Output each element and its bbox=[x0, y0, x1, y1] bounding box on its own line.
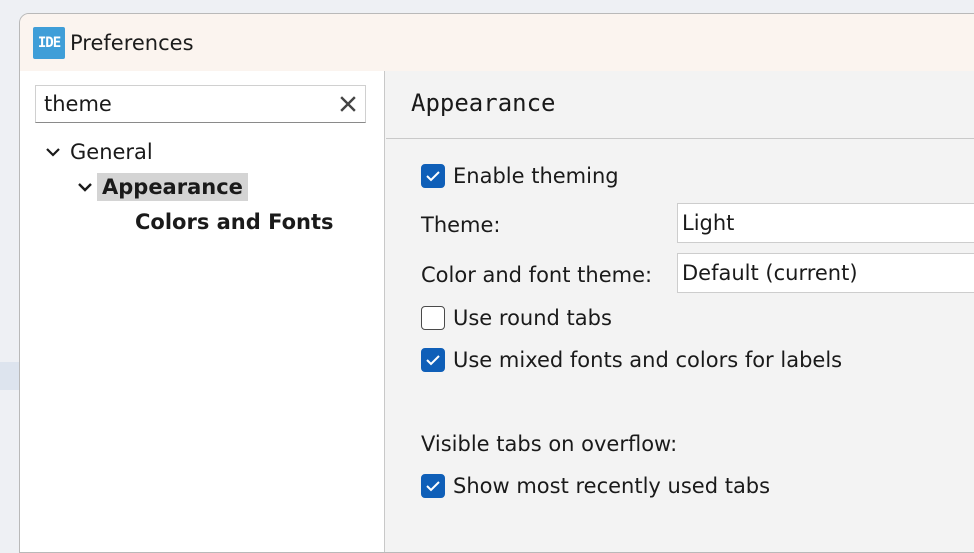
mixed-fonts-row[interactable]: Use mixed fonts and colors for labels bbox=[421, 348, 842, 372]
theme-label-row: Theme: bbox=[421, 213, 501, 237]
enable-theming-checkbox[interactable] bbox=[421, 164, 445, 188]
round-tabs-row[interactable]: Use round tabs bbox=[421, 306, 612, 330]
visible-tabs-row: Visible tabs on overflow: bbox=[421, 432, 677, 456]
filter-input[interactable] bbox=[36, 86, 326, 122]
round-tabs-checkbox[interactable] bbox=[421, 306, 445, 330]
color-font-theme-select[interactable]: Default (current) bbox=[677, 253, 974, 293]
visible-tabs-label: Visible tabs on overflow: bbox=[421, 432, 678, 456]
tree-item-colors-and-fonts[interactable]: Colors and Fonts bbox=[130, 205, 339, 239]
color-font-theme-label-row: Color and font theme: bbox=[421, 263, 652, 287]
theme-label: Theme: bbox=[421, 213, 501, 237]
recent-tabs-label: Show most recently used tabs bbox=[453, 474, 771, 498]
tree-item-appearance[interactable]: Appearance bbox=[73, 170, 248, 204]
clear-icon[interactable] bbox=[337, 93, 359, 115]
tree-item-label: Appearance bbox=[97, 173, 248, 201]
dialog-body: General Appearance Colors and Fonts Appe… bbox=[20, 71, 974, 552]
tree-item-general[interactable]: General bbox=[41, 135, 158, 169]
enable-theming-label: Enable theming bbox=[453, 164, 619, 188]
tree-item-label: Colors and Fonts bbox=[135, 210, 334, 234]
enable-theming-row[interactable]: Enable theming bbox=[421, 164, 619, 188]
chevron-down-icon[interactable] bbox=[73, 175, 97, 199]
app-icon: IDE bbox=[33, 26, 65, 59]
appearance-page: Appearance Enable theming Theme: Light C… bbox=[386, 71, 974, 552]
background-strip bbox=[0, 362, 20, 390]
mixed-fonts-label: Use mixed fonts and colors for labels bbox=[453, 348, 843, 372]
recent-tabs-checkbox[interactable] bbox=[421, 474, 445, 498]
theme-select[interactable]: Light bbox=[677, 203, 974, 243]
color-font-theme-label: Color and font theme: bbox=[421, 263, 653, 287]
page-title: Appearance bbox=[411, 89, 556, 117]
preferences-window: IDE Preferences General bbox=[19, 13, 974, 553]
window-title: Preferences bbox=[70, 30, 194, 55]
chevron-down-icon[interactable] bbox=[41, 140, 65, 164]
color-font-theme-select-value: Default (current) bbox=[682, 261, 858, 285]
title-divider bbox=[386, 138, 974, 139]
mixed-fonts-checkbox[interactable] bbox=[421, 348, 445, 372]
title-bar: IDE Preferences bbox=[20, 14, 974, 71]
recent-tabs-row[interactable]: Show most recently used tabs bbox=[421, 474, 770, 498]
tree-item-label: General bbox=[70, 140, 153, 164]
navigation-pane: General Appearance Colors and Fonts bbox=[20, 71, 385, 552]
theme-select-value: Light bbox=[682, 211, 735, 235]
round-tabs-label: Use round tabs bbox=[453, 306, 612, 330]
filter-box bbox=[35, 85, 366, 123]
